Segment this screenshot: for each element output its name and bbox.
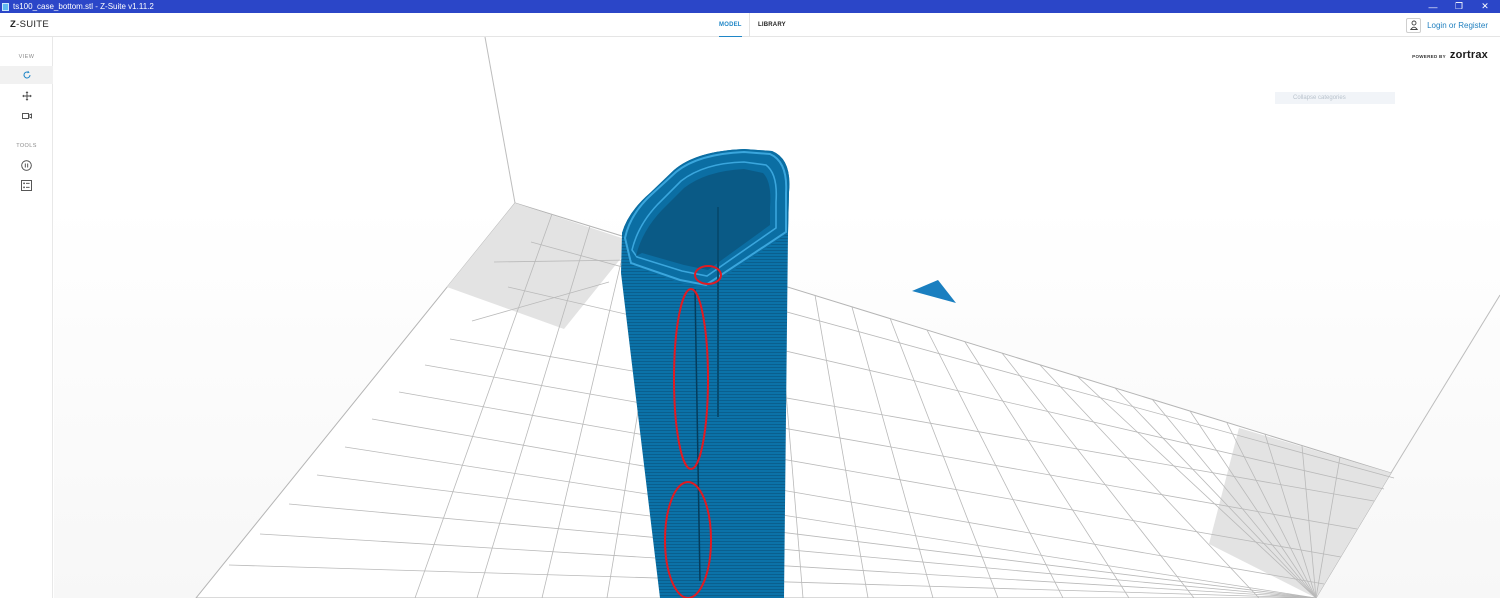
scene (195, 37, 1500, 598)
powered-by-label: POWERED BY (1412, 54, 1446, 59)
print-platform (195, 202, 1395, 598)
zortrax-logo: zortrax (1449, 49, 1488, 61)
move-icon (21, 91, 32, 101)
camera-target-marker (912, 280, 956, 303)
pause-button[interactable] (0, 156, 53, 174)
tools-heading: TOOLS (16, 143, 37, 149)
powered-by-zortrax: POWERED BY zortrax (1412, 49, 1488, 61)
settings-grid-icon (21, 179, 32, 191)
app-logo: Z-SUITE (10, 19, 50, 30)
app-icon (2, 2, 9, 11)
user-icon (1406, 17, 1422, 33)
collapse-categories[interactable]: Collapse categories (1275, 92, 1395, 104)
camera-icon (21, 113, 32, 119)
tab-model[interactable]: MODEL (719, 13, 742, 37)
login-label: Login or Register (1427, 20, 1488, 30)
settings-grid-button[interactable] (0, 176, 53, 194)
rotate-icon (23, 70, 30, 79)
window-title: ts100_case_bottom.stl - Z-Suite v1.11.2 (13, 2, 154, 11)
pause-icon (21, 159, 32, 171)
left-toolbar: VIEW TOOLS (0, 37, 53, 598)
camera-button[interactable] (0, 107, 53, 125)
tab-divider (749, 13, 750, 37)
app-header: Z-SUITE MODEL LIBRARY Login or Register (0, 13, 1500, 37)
window-titlebar: ts100_case_bottom.stl - Z-Suite v1.11.2 … (0, 0, 1500, 13)
view-heading: VIEW (18, 54, 35, 60)
rotate-button[interactable] (0, 66, 53, 84)
move-button[interactable] (0, 87, 53, 105)
tab-library[interactable]: LIBRARY (758, 13, 786, 37)
viewport-3d[interactable]: Collapse categories (54, 37, 1500, 598)
login-button[interactable]: Login or Register (1406, 16, 1488, 34)
close-button[interactable]: ✕ (1470, 0, 1500, 13)
